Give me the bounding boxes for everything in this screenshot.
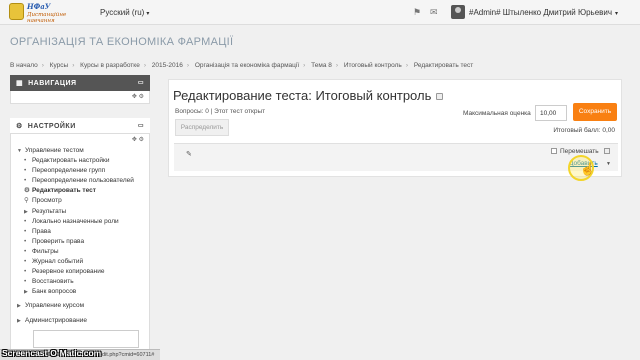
- block-controls: ✥ ⚙: [11, 134, 149, 146]
- edit-pencil-icon[interactable]: ✎: [186, 150, 192, 158]
- gear-icon[interactable]: ⚙: [139, 94, 144, 100]
- bullet-icon: •: [24, 247, 27, 255]
- navigation-block-header[interactable]: ▦ НАВИГАЦИЯ ▭: [10, 75, 150, 91]
- bullet-icon: •: [24, 258, 27, 266]
- breadcrumb-item[interactable]: В начало: [10, 62, 38, 69]
- avatar[interactable]: [451, 5, 465, 19]
- breadcrumb-item[interactable]: Редактировать тест: [414, 62, 473, 69]
- bullet-icon: •: [24, 278, 27, 286]
- tree-item[interactable]: • Журнал событий: [24, 257, 145, 267]
- bullet-icon: •: [24, 157, 27, 165]
- site-logo[interactable]: НФаУ Дистанційне навчання: [9, 2, 89, 24]
- total-grade: Итоговый балл: 0,00: [553, 127, 615, 134]
- messages-icon[interactable]: ✉: [430, 7, 438, 18]
- chevron-down-icon[interactable]: ▼: [606, 161, 611, 167]
- distribute-button[interactable]: Распределить: [175, 119, 229, 136]
- main-content: Редактирование теста: Итоговый контроль …: [168, 79, 622, 177]
- search-box[interactable]: [33, 329, 139, 348]
- tree-item[interactable]: • Переопределение пользователей: [24, 176, 145, 186]
- max-grade-input[interactable]: 10,00: [535, 105, 567, 121]
- tree-item[interactable]: • Локально назначенные роли: [24, 217, 145, 227]
- chevron-down-icon: ▾: [615, 11, 619, 17]
- left-column: ▦ НАВИГАЦИЯ ▭ ✥ ⚙ ⚙ НАСТРОЙКИ ▭ ✥ ⚙ ▼ Управ…: [10, 75, 150, 353]
- hand-cursor-icon: ☝: [580, 162, 595, 176]
- save-button[interactable]: Сохранить: [573, 103, 617, 121]
- settings-subtree: • Редактировать настройки • Переопределени…: [17, 156, 145, 297]
- bullet-icon: •: [24, 237, 27, 245]
- page-header-title: ОРГАНІЗАЦІЯ ТА ЕКОНОМІКА ФАРМАЦІЇ: [10, 36, 234, 48]
- user-menu[interactable]: #Admin# Штыленко Дмитрий Юрьевич ▾: [469, 8, 618, 17]
- logo-emblem: [9, 3, 24, 20]
- logo-subtitle: Дистанційне навчання: [27, 12, 67, 24]
- breadcrumb-item[interactable]: Організація та економіка фармації: [195, 62, 299, 69]
- section-row: ✎ Перемешать Добавить ▼: [174, 143, 618, 171]
- gear-icon: ⚙: [24, 187, 30, 195]
- user-name: #Admin# Штыленко Дмитрий Юрьевич: [469, 8, 613, 17]
- chevron-right-icon: ▶: [24, 289, 28, 296]
- tree-item-course-admin[interactable]: ▶ Управление курсом: [17, 301, 145, 311]
- language-label: Русский (ru): [100, 8, 145, 17]
- breadcrumb-item[interactable]: Курсы: [50, 62, 69, 69]
- tree-item[interactable]: • Фильтры: [24, 247, 145, 257]
- gear-icon[interactable]: ⚙: [139, 137, 144, 143]
- settings-block-header[interactable]: ⚙ НАСТРОЙКИ ▭: [10, 118, 150, 134]
- watermark: Screencast-O-Matic.com: [2, 348, 102, 358]
- shuffle-label: Перемешать: [560, 148, 599, 155]
- status-url: dit.php?cmid=60711#: [102, 352, 155, 358]
- bullet-icon: •: [24, 217, 27, 225]
- settings-block-title: НАСТРОЙКИ: [27, 123, 76, 130]
- help-icon[interactable]: [436, 93, 444, 101]
- bullet-icon: •: [24, 177, 27, 185]
- settings-block: ✥ ⚙ ▼ Управление тестом • Редактировать на…: [10, 134, 150, 353]
- breadcrumb-item[interactable]: Тема 8: [311, 62, 332, 69]
- tree-item[interactable]: • Переопределение групп: [24, 166, 145, 176]
- gear-icon: ⚙: [16, 123, 23, 130]
- navigation-icon: ▦: [16, 80, 24, 87]
- shuffle-checkbox[interactable]: [551, 148, 557, 154]
- move-icon[interactable]: ✥: [132, 137, 137, 143]
- tree-item[interactable]: ▶ Банк вопросов: [24, 287, 145, 297]
- tree-item-test-admin[interactable]: ▼ Управление тестом: [17, 146, 145, 156]
- questions-status: Вопросы: 0 | Этот тест открыт: [175, 108, 266, 115]
- bullet-icon: •: [24, 167, 27, 175]
- breadcrumb: В начало › Курсы › Курсы в разработке › 201…: [10, 62, 474, 69]
- bullet-icon: •: [24, 227, 27, 235]
- bullet-icon: •: [24, 268, 27, 276]
- tree-item[interactable]: • Права: [24, 227, 145, 237]
- navigation-block-title: НАВИГАЦИЯ: [28, 80, 77, 87]
- breadcrumb-item[interactable]: 2015-2016: [152, 62, 183, 69]
- tree-item-site-admin[interactable]: ▶ Администрирование: [17, 316, 145, 326]
- breadcrumb-item[interactable]: Курсы в разработке: [80, 62, 140, 69]
- chevron-down-icon: ▾: [146, 11, 150, 17]
- settings-tree: ▼ Управление тестом • Редактировать настро…: [11, 146, 149, 352]
- tree-item[interactable]: • Восстановить: [24, 277, 145, 287]
- search-icon: ⚲: [24, 197, 29, 205]
- collapse-icon[interactable]: ▭: [138, 79, 144, 86]
- move-icon[interactable]: ✥: [132, 94, 137, 100]
- breadcrumb-item[interactable]: Итоговый контроль: [344, 62, 402, 69]
- tree-item-active[interactable]: ⚙ Редактировать тест: [24, 186, 145, 196]
- language-menu[interactable]: Русский (ru) ▾: [100, 8, 149, 17]
- top-navbar: НФаУ Дистанційне навчання Русский (ru) ▾ …: [0, 0, 640, 25]
- max-grade-label: Максимальная оценка: [463, 110, 531, 117]
- page-title: Редактирование теста: Итоговый контроль: [173, 88, 444, 103]
- tree-item[interactable]: • Проверить права: [24, 237, 145, 247]
- chevron-right-icon: ▶: [24, 208, 28, 215]
- chevron-right-icon: ▶: [17, 317, 21, 324]
- tree-item[interactable]: ▶ Результаты: [24, 207, 145, 217]
- navigation-block: ✥ ⚙: [10, 91, 150, 104]
- logo-title: НФаУ: [27, 2, 51, 11]
- collapse-icon[interactable]: ▭: [138, 122, 144, 129]
- block-controls: ✥ ⚙: [11, 91, 149, 103]
- notifications-icon[interactable]: ⚑: [413, 7, 421, 18]
- chevron-right-icon: ▶: [17, 303, 21, 310]
- tree-item[interactable]: • Резервное копирование: [24, 267, 145, 277]
- tree-item[interactable]: • Редактировать настройки: [24, 156, 145, 166]
- help-icon[interactable]: [604, 148, 610, 154]
- tree-item[interactable]: ⚲ Просмотр: [24, 196, 145, 206]
- chevron-down-icon: ▼: [17, 148, 22, 154]
